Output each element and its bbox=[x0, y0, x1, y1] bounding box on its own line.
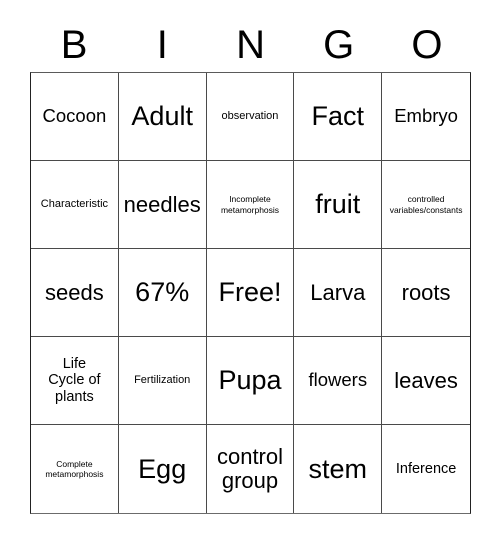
bingo-cell-r3c2[interactable]: 67% bbox=[118, 249, 207, 337]
bingo-cell-label: Complete metamorphosis bbox=[45, 458, 104, 479]
bingo-cell-r3c4[interactable]: Larva bbox=[294, 249, 383, 337]
bingo-cell-label: Larva bbox=[310, 279, 366, 305]
bingo-cell-r1c1[interactable]: Cocoon bbox=[31, 73, 119, 161]
bingo-cell-label: controlled variables/constants bbox=[389, 194, 463, 215]
bingo-cell-r4c1[interactable]: Life Cycle of plants bbox=[31, 337, 119, 425]
bingo-cell-label: roots bbox=[401, 279, 451, 305]
bingo-cell-label: 67% bbox=[135, 277, 190, 308]
bingo-grid: Cocoon Adult observation Fact Embryo Cha… bbox=[30, 72, 471, 514]
bingo-cell-r1c3[interactable]: observation bbox=[206, 73, 295, 161]
bingo-cell-label: Inference bbox=[395, 460, 457, 477]
bingo-cell-label: Free! bbox=[218, 277, 282, 308]
bingo-cell-r2c4[interactable]: fruit bbox=[294, 161, 383, 249]
bingo-card: B I N G O Cocoon Adult observation Fact … bbox=[0, 0, 500, 544]
bingo-cell-r5c1[interactable]: Complete metamorphosis bbox=[31, 425, 119, 513]
bingo-header-letter-b: B bbox=[60, 23, 88, 67]
bingo-cell-label: Adult bbox=[131, 101, 193, 132]
bingo-header-letter-o: O bbox=[411, 23, 443, 67]
bingo-cell-label: observation bbox=[221, 110, 279, 123]
bingo-cell-r2c5[interactable]: controlled variables/constants bbox=[382, 161, 470, 249]
bingo-cell-label: Pupa bbox=[218, 365, 282, 396]
bingo-cell-label: leaves bbox=[394, 367, 458, 393]
bingo-cell-label: stem bbox=[308, 453, 368, 484]
bingo-cell-label: Fact bbox=[311, 101, 365, 132]
bingo-cell-r1c2[interactable]: Adult bbox=[118, 73, 207, 161]
bingo-cell-r5c3[interactable]: control group bbox=[206, 425, 295, 513]
bingo-cell-r4c2[interactable]: Fertilization bbox=[118, 337, 207, 425]
bingo-cell-r3c1[interactable]: seeds bbox=[31, 249, 119, 337]
bingo-header-letter-g: G bbox=[323, 23, 355, 67]
bingo-cell-r2c3[interactable]: Incomplete metamorphosis bbox=[206, 161, 295, 249]
bingo-cell-label: seeds bbox=[45, 279, 104, 305]
bingo-cell-label: Characteristic bbox=[40, 198, 109, 211]
bingo-cell-label: control group bbox=[216, 444, 284, 493]
bingo-header-letter-i: I bbox=[156, 23, 168, 67]
bingo-cell-label: Fertilization bbox=[134, 374, 191, 387]
bingo-cell-label: Cocoon bbox=[42, 105, 107, 127]
bingo-header-row: B I N G O bbox=[30, 18, 471, 72]
bingo-cell-r2c1[interactable]: Characteristic bbox=[31, 161, 119, 249]
bingo-cell-r4c3[interactable]: Pupa bbox=[206, 337, 295, 425]
bingo-cell-r2c2[interactable]: needles bbox=[118, 161, 207, 249]
bingo-cell-r4c4[interactable]: flowers bbox=[294, 337, 383, 425]
bingo-cell-r4c5[interactable]: leaves bbox=[382, 337, 470, 425]
bingo-cell-free-space[interactable]: Free! bbox=[206, 249, 295, 337]
bingo-cell-r1c5[interactable]: Embryo bbox=[382, 73, 470, 161]
bingo-cell-r5c2[interactable]: Egg bbox=[118, 425, 207, 513]
bingo-cell-label: Life Cycle of plants bbox=[48, 356, 101, 405]
bingo-cell-r5c5[interactable]: Inference bbox=[382, 425, 470, 513]
bingo-cell-r1c4[interactable]: Fact bbox=[294, 73, 383, 161]
bingo-cell-label: needles bbox=[123, 191, 201, 217]
bingo-cell-r3c5[interactable]: roots bbox=[382, 249, 470, 337]
bingo-cell-label: flowers bbox=[308, 369, 368, 391]
bingo-cell-label: fruit bbox=[315, 189, 361, 220]
bingo-cell-r5c4[interactable]: stem bbox=[294, 425, 383, 513]
bingo-header-letter-n: N bbox=[236, 23, 265, 67]
bingo-cell-label: Egg bbox=[138, 453, 187, 484]
bingo-cell-label: Incomplete metamorphosis bbox=[220, 194, 280, 215]
bingo-cell-label: Embryo bbox=[394, 105, 458, 127]
